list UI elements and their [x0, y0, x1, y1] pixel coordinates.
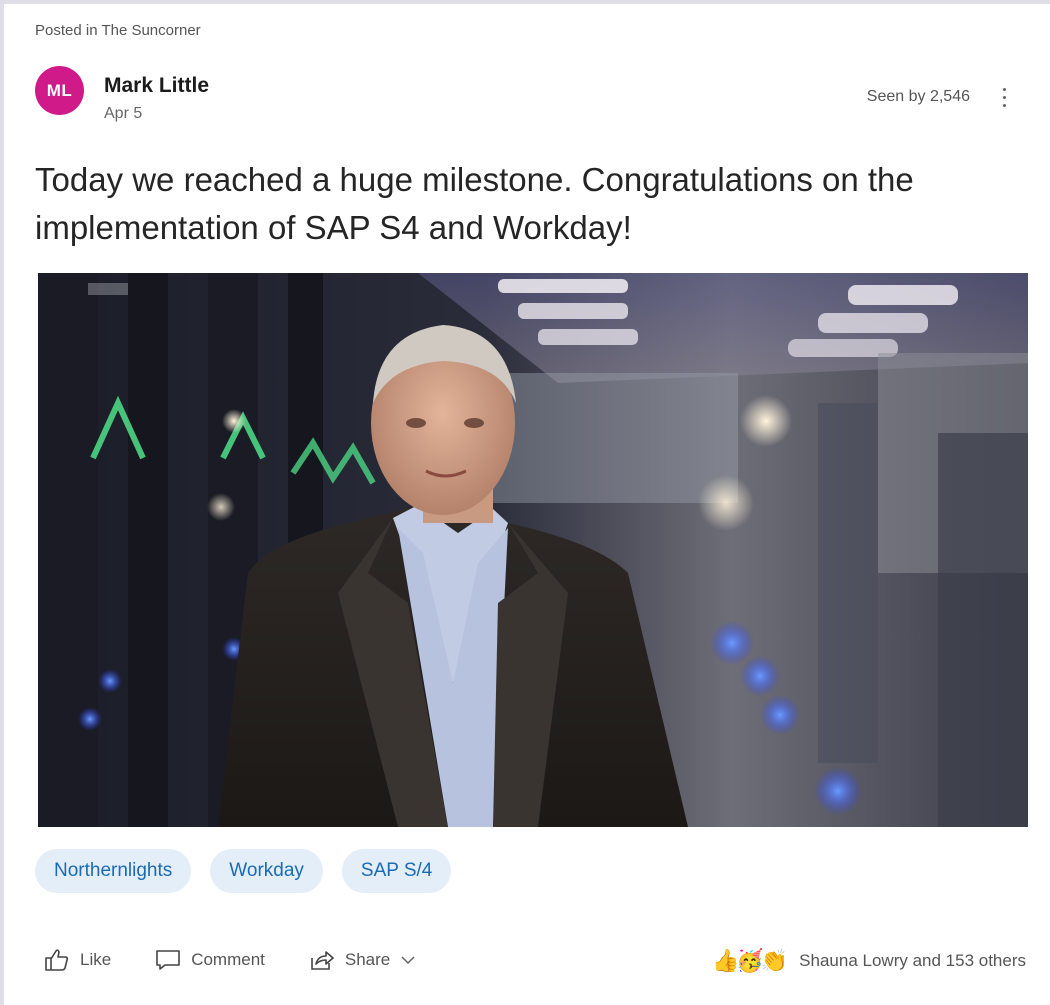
post-message: Today we reached a huge milestone. Congr…	[35, 161, 914, 246]
comment-button[interactable]: Comment	[155, 948, 265, 972]
tag-sap-s4[interactable]: SAP S/4	[341, 849, 452, 893]
more-options-icon[interactable]	[998, 82, 1010, 112]
celebrate-reaction-icon: 🥳	[736, 948, 764, 973]
reactors-text[interactable]: Shauna Lowry and 153 others	[799, 951, 1026, 971]
share-button[interactable]: Share	[309, 948, 416, 972]
thumbs-up-icon	[45, 949, 69, 971]
tag-list: Northernlights Workday SAP S/4	[35, 849, 452, 893]
like-button[interactable]: Like	[44, 948, 111, 972]
like-label: Like	[80, 950, 112, 969]
avatar[interactable]: ML	[35, 66, 84, 115]
comment-label: Comment	[191, 950, 265, 969]
tag-workday[interactable]: Workday	[210, 849, 323, 893]
share-icon	[311, 951, 334, 970]
seen-by-count[interactable]: Seen by 2,546	[867, 88, 970, 106]
post-actions: Like Comment Share	[44, 948, 416, 972]
post-card: Posted in The Suncorner ML Mark Little A…	[4, 4, 1050, 1005]
reactions-summary[interactable]: 👍 🥳 👏 Shauna Lowry and 153 others	[712, 948, 1026, 974]
comment-icon	[156, 950, 180, 970]
clap-reaction-icon: 👏	[760, 948, 789, 973]
post-date: Apr 5	[104, 105, 143, 122]
posted-in-label[interactable]: Posted in The Suncorner	[35, 22, 201, 39]
reaction-icons: 👍 🥳 👏	[711, 948, 789, 974]
share-label: Share	[344, 950, 391, 969]
like-reaction-icon: 👍	[711, 948, 740, 973]
chevron-down-icon[interactable]	[400, 954, 416, 966]
video-thumbnail[interactable]	[38, 273, 1028, 827]
tag-northernlights[interactable]: Northernlights	[35, 849, 192, 893]
author-name[interactable]: Mark Little	[104, 74, 209, 98]
